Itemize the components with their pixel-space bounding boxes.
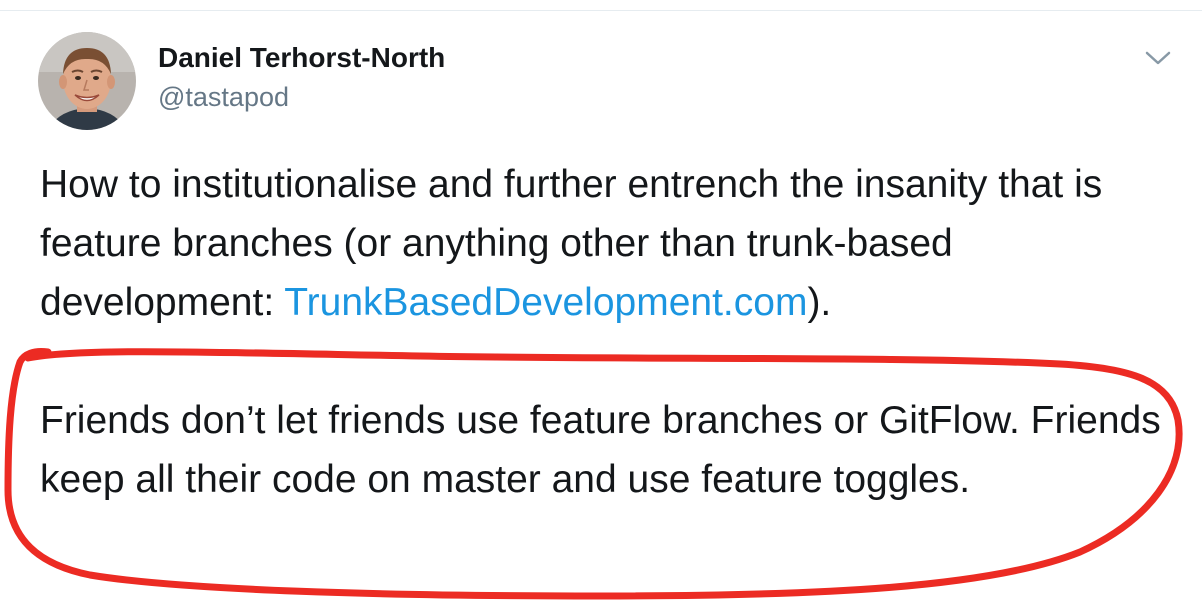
trunk-based-development-link[interactable]: TrunkBasedDevelopment.com bbox=[284, 281, 807, 324]
avatar-image bbox=[38, 32, 136, 130]
tweet-paragraph-2: Friends don’t let friends use feature br… bbox=[40, 399, 1161, 501]
tweet-paragraph-1: How to institutionalise and further entr… bbox=[40, 155, 1190, 332]
author-display-name[interactable]: Daniel Terhorst-North bbox=[158, 42, 445, 74]
avatar[interactable] bbox=[38, 32, 136, 130]
chevron-down-icon[interactable] bbox=[1143, 46, 1173, 70]
tweet-text: How to institutionalise and further entr… bbox=[40, 155, 1190, 509]
tweet-card: Daniel Terhorst-North @tastapod How to i… bbox=[0, 0, 1202, 602]
top-divider bbox=[0, 10, 1202, 11]
author-handle[interactable]: @tastapod bbox=[158, 82, 289, 113]
paragraph-1-closing: ). bbox=[807, 281, 832, 324]
